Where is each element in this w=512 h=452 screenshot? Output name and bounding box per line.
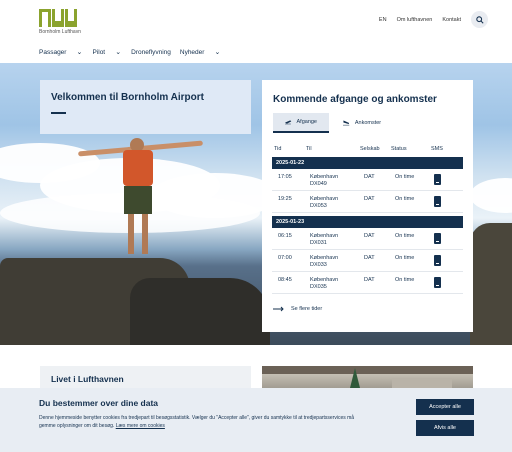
language-link[interactable]: EN — [379, 17, 387, 23]
main-nav: Passager ⌄ Pilot ⌄ Droneflyvning Nyheder… — [39, 48, 221, 57]
logo-subtitle: Bornholm Lufthavn — [39, 29, 81, 35]
nav-item-nyheder[interactable]: Nyheder — [180, 49, 205, 56]
nav-item-passager[interactable]: Passager — [39, 49, 66, 56]
plane-landing-icon — [342, 120, 350, 126]
search-icon — [475, 15, 484, 24]
cookie-more-link[interactable]: Læs mere om cookies — [116, 423, 165, 429]
col-time: Tid — [274, 146, 282, 152]
hero-image: Velkommen til Bornholm Airport Kommende … — [0, 63, 512, 345]
accept-all-button[interactable]: Accepter alle — [416, 399, 474, 415]
tab-departures-label: Afgange — [296, 119, 318, 125]
welcome-title: Velkommen til Bornholm Airport — [51, 92, 204, 103]
arrow-right-icon — [273, 306, 284, 312]
sms-phone-icon[interactable] — [434, 174, 441, 185]
cookie-text: Denne hjemmeside benytter cookies fra tr… — [39, 415, 355, 429]
cookie-banner: Du bestemmer over dine data Denne hjemme… — [0, 388, 512, 452]
flights-panel: Kommende afgange og ankomster Afgange An… — [262, 80, 473, 332]
hero-person — [78, 138, 208, 263]
utility-nav: EN Om lufthavnen Kontakt — [379, 11, 488, 28]
plane-takeoff-icon — [285, 120, 292, 125]
table-row: 19:25 København DX053 DAT On time — [272, 191, 463, 213]
date-row: 2025-01-23 — [272, 216, 463, 228]
tab-departures[interactable]: Afgange — [273, 113, 329, 133]
chevron-down-icon[interactable]: ⌄ — [75, 48, 83, 56]
logo-mark — [39, 9, 79, 27]
date-row: 2025-01-22 — [272, 157, 463, 169]
sms-phone-icon[interactable] — [434, 277, 441, 288]
col-to: Til — [306, 146, 312, 152]
table-row: 07:00 København DX033 DAT On time — [272, 250, 463, 272]
flights-title: Kommende afgange og ankomster — [273, 94, 437, 105]
flights-tabs: Afgange Ankomster — [273, 113, 395, 133]
more-times-label: Se flere tider — [291, 306, 323, 312]
site-header: Bornholm Lufthavn EN Om lufthavnen Konta… — [0, 0, 512, 44]
col-sms: SMS — [431, 146, 443, 152]
table-row: 06:15 København DX031 DAT On time — [272, 228, 463, 250]
table-row: 08:45 København DX035 DAT On time — [272, 272, 463, 294]
cookie-title: Du bestemmer over dine data — [39, 398, 159, 408]
col-status: Status — [391, 146, 407, 152]
tab-arrivals-label: Ankomster — [354, 120, 382, 126]
more-times-link[interactable]: Se flere tider — [273, 306, 322, 312]
about-link[interactable]: Om lufthavnen — [397, 17, 433, 23]
chevron-down-icon[interactable]: ⌄ — [213, 48, 221, 56]
sms-phone-icon[interactable] — [434, 233, 441, 244]
title-underline — [51, 112, 66, 114]
contact-link[interactable]: Kontakt — [442, 17, 461, 23]
tab-arrivals[interactable]: Ankomster — [329, 113, 395, 133]
life-title: Livet i Lufthavnen — [51, 374, 124, 384]
sms-phone-icon[interactable] — [434, 196, 441, 207]
search-button[interactable] — [471, 11, 488, 28]
sms-phone-icon[interactable] — [434, 255, 441, 266]
flights-table-header: Tid Til Selskab Status SMS — [262, 146, 473, 156]
table-row: 17:05 København DX049 DAT On time — [272, 169, 463, 191]
reject-all-button[interactable]: Afvis alle — [416, 420, 474, 436]
site-logo[interactable]: Bornholm Lufthavn — [39, 9, 81, 35]
nav-item-pilot[interactable]: Pilot — [92, 49, 105, 56]
welcome-panel: Velkommen til Bornholm Airport — [40, 80, 251, 134]
col-company: Selskab — [360, 146, 380, 152]
chevron-down-icon[interactable]: ⌄ — [114, 48, 122, 56]
nav-item-droneflyvning[interactable]: Droneflyvning — [131, 49, 171, 56]
